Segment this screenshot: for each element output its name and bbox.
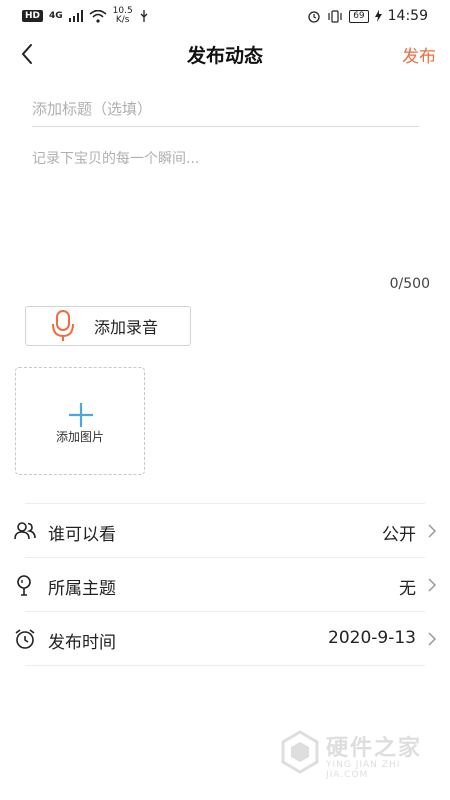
watermark-subtitle: YING JIAN ZHI JIA.COM xyxy=(326,760,401,780)
topic-value: 无 xyxy=(399,579,416,599)
plus-icon xyxy=(69,403,93,427)
battery-level: 69 xyxy=(349,9,369,23)
wifi-icon xyxy=(89,9,107,23)
network-speed: 10.5 K/s xyxy=(113,7,133,25)
content-input[interactable] xyxy=(32,148,427,268)
usb-icon xyxy=(140,9,148,22)
speed-unit: K/s xyxy=(115,15,130,25)
pin-icon xyxy=(17,575,31,596)
publish-time-label: 发布时间 xyxy=(48,633,116,653)
chevron-right-icon xyxy=(428,578,437,592)
visibility-label: 谁可以看 xyxy=(48,525,116,545)
clock: 14:59 xyxy=(387,8,428,24)
character-counter: 0/500 xyxy=(389,276,430,292)
status-right: 69 14:59 xyxy=(307,8,428,24)
visibility-row[interactable]: 谁可以看 公开 xyxy=(0,504,450,557)
page-title: 发布动态 xyxy=(186,45,263,67)
charging-icon xyxy=(374,10,382,22)
people-icon xyxy=(14,522,36,540)
watermark-title: 硬件之家 xyxy=(326,736,423,761)
status-bar: HD 4G 10.5 K/s 69 14:59 xyxy=(0,0,450,32)
settings-list: 谁可以看 公开 所属主题 无 发布时间 2020-9-13 xyxy=(0,503,450,666)
add-audio-button[interactable]: 添加录音 xyxy=(25,306,191,346)
alarm-clock-icon xyxy=(15,629,35,649)
add-audio-label: 添加录音 xyxy=(94,318,159,337)
publish-button[interactable]: 发布 xyxy=(402,42,436,67)
vibrate-icon xyxy=(328,9,342,23)
title-input[interactable] xyxy=(32,92,419,127)
publish-time-value: 2020-9-13 xyxy=(328,628,416,648)
signal-icon xyxy=(68,10,83,22)
cube-logo-icon xyxy=(281,730,319,774)
alarm-icon xyxy=(308,11,320,23)
topic-label: 所属主题 xyxy=(48,579,116,599)
hd-badge: HD xyxy=(22,10,44,22)
network-type: 4G xyxy=(49,11,63,21)
nav-bar: 发布动态 发布 xyxy=(0,32,450,76)
chevron-right-icon xyxy=(428,524,437,538)
topic-row[interactable]: 所属主题 无 xyxy=(0,558,450,611)
watermark: 硬件之家 YING JIAN ZHI JIA.COM xyxy=(280,728,440,780)
add-image-button[interactable]: 添加图片 xyxy=(15,367,145,475)
microphone-icon xyxy=(50,309,76,343)
visibility-value: 公开 xyxy=(382,525,416,545)
divider xyxy=(25,665,425,666)
publish-time-row[interactable]: 发布时间 2020-9-13 xyxy=(0,612,450,665)
chevron-right-icon xyxy=(428,632,437,646)
add-image-label: 添加图片 xyxy=(55,430,104,444)
status-left: HD 4G 10.5 K/s xyxy=(22,7,149,25)
